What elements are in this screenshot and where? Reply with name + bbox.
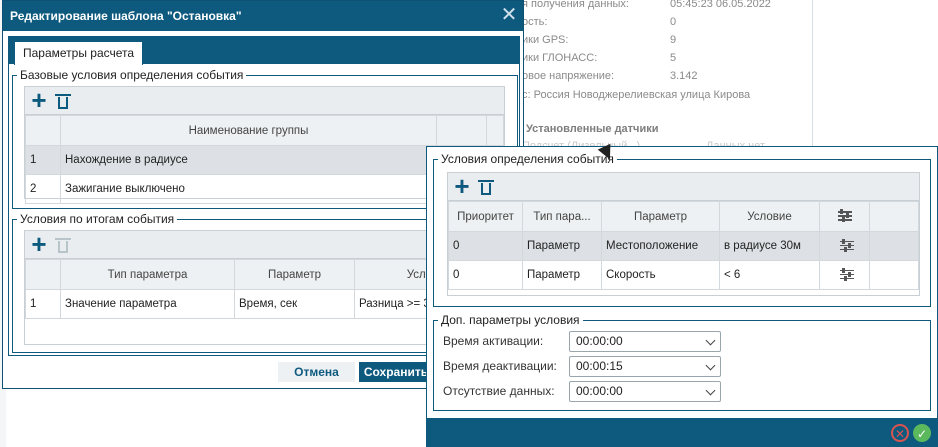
dialog-footer: ✕ ✓ (427, 418, 937, 447)
priority-cell: 0 (448, 231, 523, 261)
bg-divider (812, 0, 813, 150)
row-settings-cell[interactable] (819, 231, 870, 261)
no-data-time-label: Отсутствие данных: (443, 384, 555, 398)
param-cell: Местоположение (601, 231, 720, 261)
dialog-title-bar: Редактирование шаблона "Остановка" ✕ (3, 1, 523, 31)
group-name-cell: Зажигание выключено (60, 174, 437, 204)
bg-label: овое напряжение: (522, 70, 615, 82)
column-header (486, 115, 504, 146)
event-conditions-legend: Условия определения события (441, 152, 614, 166)
result-conditions-legend: Условия по итогам события (20, 212, 175, 226)
cancel-button[interactable]: Отмена (278, 362, 355, 382)
grid-toolbar: + (448, 173, 919, 201)
bg-value: 5 (670, 52, 677, 64)
bg-label: я получения данных: (522, 0, 629, 10)
param-type-cell: Параметр (522, 260, 602, 290)
trash-icon[interactable] (53, 91, 73, 111)
column-settings-header[interactable] (819, 201, 870, 232)
row-settings-cell[interactable] (819, 260, 870, 290)
save-button[interactable]: Сохранить (359, 362, 433, 382)
check-circle-icon[interactable]: ✓ (913, 424, 931, 442)
activation-time-select[interactable]: 00:00:00 (569, 331, 721, 352)
column-settings-icon[interactable] (837, 209, 852, 223)
row-number: 2 (25, 174, 61, 204)
deactivation-time-select[interactable]: 00:00:15 (569, 356, 721, 377)
condition-cell: в радиусе 30м (719, 231, 820, 261)
tab-bar: Параметры расчета (8, 36, 520, 65)
bg-value: 3.142 (670, 70, 698, 82)
bg-label: ость: (522, 16, 548, 28)
column-header-condition[interactable]: Условие (719, 201, 820, 232)
bg-value: 9 (670, 34, 677, 46)
base-conditions-legend: Базовые условия определения события (20, 68, 244, 82)
column-header-param[interactable]: Параметр (601, 201, 720, 232)
column-header-priority[interactable]: Приоритет (448, 201, 523, 232)
dialog-title: Редактирование шаблона "Остановка" (10, 9, 242, 23)
chevron-down-icon (705, 335, 716, 346)
no-data-time-row: Отсутствие данных: 00:00:00 (443, 381, 729, 403)
row-number: 1 (25, 289, 61, 319)
close-icon[interactable]: ✕ (499, 5, 519, 25)
param-type-cell: Значение параметра (60, 289, 235, 319)
grid-toolbar: + (25, 87, 504, 115)
trash-icon (53, 235, 73, 255)
no-data-time-select[interactable]: 00:00:00 (569, 381, 721, 402)
tab-calculation-params[interactable]: Параметры расчета (14, 41, 144, 65)
row-settings-icon[interactable] (839, 238, 854, 252)
bg-value: 05:45:23 06.05.2022 (670, 0, 771, 10)
bg-value: 0 (670, 16, 677, 28)
condition-cell: < 6 (719, 260, 820, 290)
column-header-param[interactable]: Параметр (234, 259, 355, 290)
plus-icon[interactable]: + (29, 231, 49, 257)
activation-time-row: Время активации: 00:00:00 (443, 331, 729, 353)
column-header (25, 115, 61, 146)
group-name-cell: Нахождение в радиусе (60, 145, 437, 175)
plus-icon[interactable]: + (29, 87, 49, 113)
bg-label: ики GPS: (522, 34, 569, 46)
extra-params-legend: Доп. параметры условия (441, 313, 580, 327)
activation-time-label: Время активации: (443, 334, 544, 348)
column-header-param-type[interactable]: Тип пара... (522, 201, 602, 232)
bg-label: ики ГЛОНАСС: (522, 52, 598, 64)
event-conditions-dialog: Условия определения события + Приоритет … (426, 146, 938, 447)
row-number: 1 (25, 145, 61, 175)
param-type-cell: Параметр (522, 231, 602, 261)
row-settings-icon[interactable] (839, 267, 854, 281)
column-header (25, 259, 61, 290)
plus-icon[interactable]: + (452, 173, 472, 199)
column-header (436, 115, 487, 146)
deactivation-time-label: Время деактивации: (443, 359, 557, 373)
chevron-down-icon (705, 385, 716, 396)
param-cell: Время, сек (234, 289, 355, 319)
column-header-group-name[interactable]: Наименование группы (60, 115, 437, 146)
chevron-down-icon (705, 360, 716, 371)
priority-cell: 0 (448, 260, 523, 290)
table-row[interactable]: 0 Параметр Скорость < 6 (448, 260, 919, 290)
event-conditions-table: Приоритет Тип пара... Параметр Условие 0… (448, 201, 919, 290)
deactivation-time-row: Время деактивации: 00:00:15 (443, 356, 729, 378)
cancel-circle-icon[interactable]: ✕ (891, 424, 909, 442)
bg-sensors-title: Установленные датчики (526, 123, 659, 135)
event-conditions-grid: + Приоритет Тип пара... Параметр Условие… (447, 172, 920, 296)
column-header-param-type[interactable]: Тип параметра (60, 259, 235, 290)
param-cell: Скорость (601, 260, 720, 290)
table-row[interactable]: 0 Параметр Местоположение в радиусе 30м (448, 231, 919, 261)
bg-address: с: Россия Новоджерелиевская улица Кирова (522, 89, 751, 101)
trash-icon[interactable] (476, 177, 496, 197)
